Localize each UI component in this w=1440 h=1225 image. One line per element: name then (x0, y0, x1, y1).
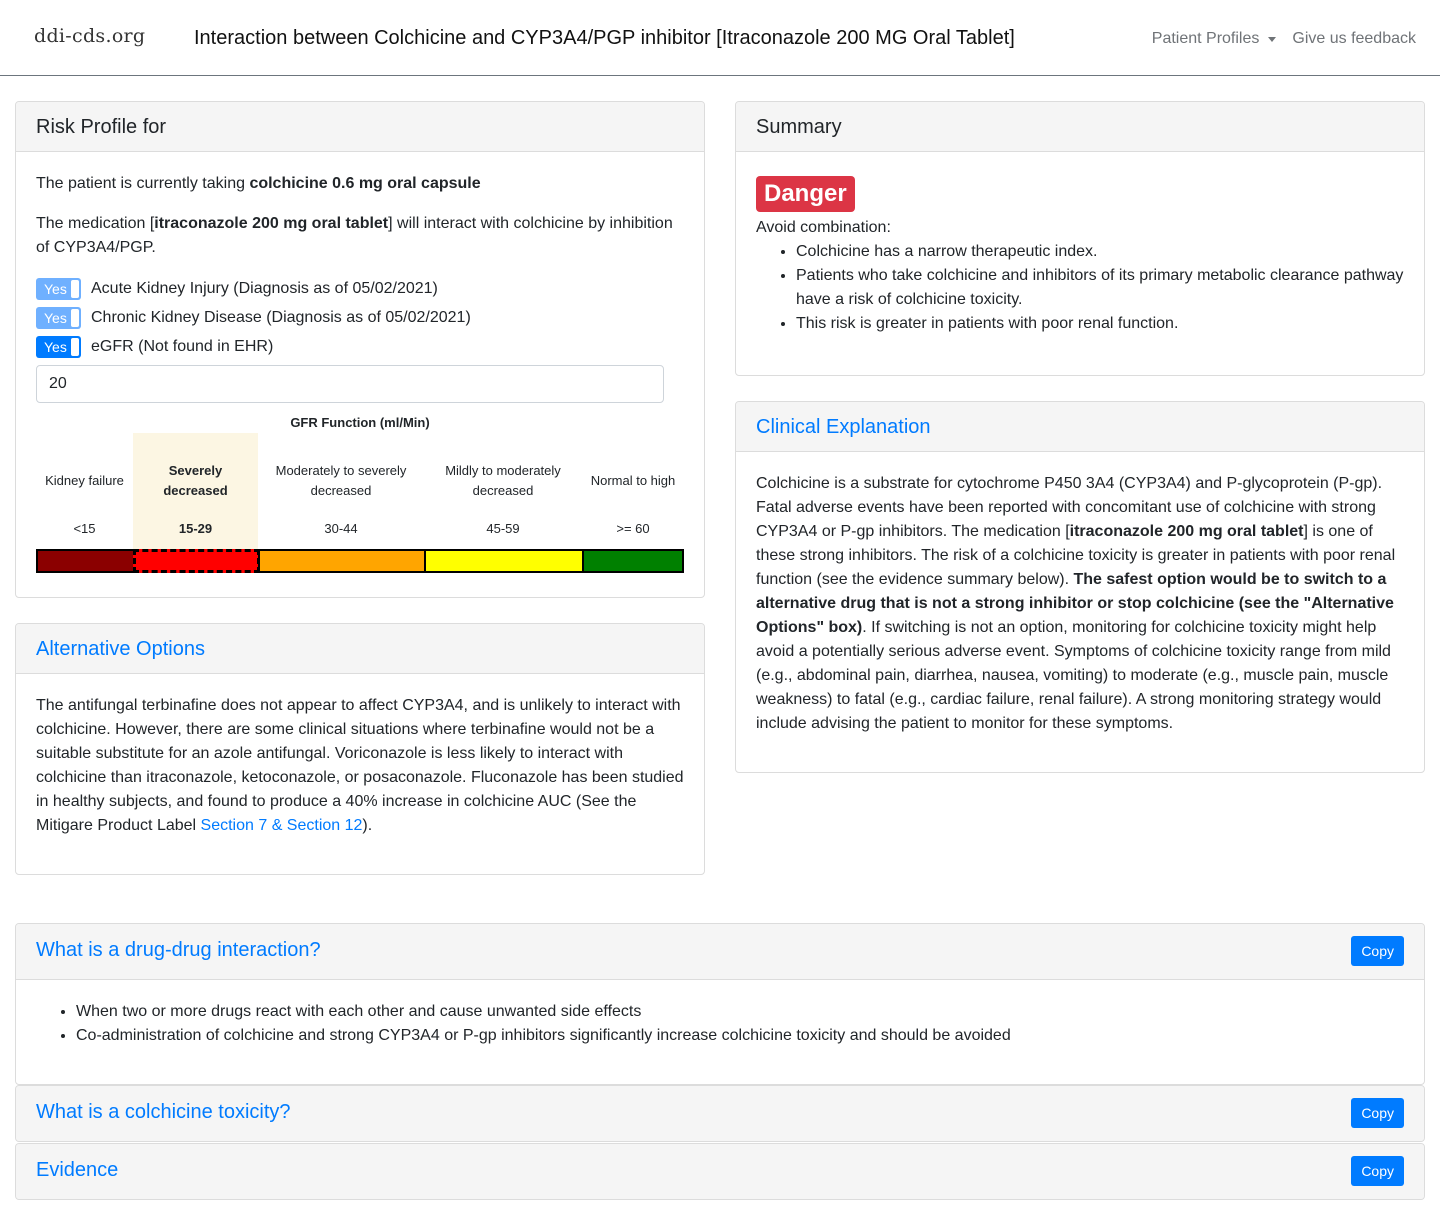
clinical-explanation-text: Colchicine is a substrate for cytochrome… (756, 475, 1396, 732)
summary-bullet: Patients who take colchicine and inhibit… (796, 264, 1404, 312)
ddi-bullet: Co-administration of colchicine and stro… (76, 1024, 1404, 1048)
gfr-bar-segment (36, 549, 135, 573)
interacting-medication: itraconazole 200 mg oral tablet (154, 215, 389, 232)
alternative-options-text: The antifungal terbinafine does not appe… (36, 697, 684, 834)
accordion-evidence-header[interactable]: Evidence Copy (16, 1144, 1424, 1199)
accordion-ddi: What is a drug-drug interaction? Copy Wh… (15, 923, 1425, 1085)
accordion-ddi-title[interactable]: What is a drug-drug interaction? (36, 939, 321, 961)
feedback-link[interactable]: Give us feedback (1292, 27, 1416, 51)
gfr-category: Mildly to moderately decreased 45-59 (424, 433, 582, 549)
navbar: ddi-cds.org Interaction between Colchici… (0, 0, 1440, 76)
gfr-category-range: >= 60 (616, 521, 650, 536)
copy-button[interactable]: Copy (1351, 936, 1404, 966)
current-medication-text: The patient is currently taking colchici… (36, 175, 481, 192)
patient-profiles-label: Patient Profiles (1151, 30, 1260, 47)
ddi-list: When two or more drugs react with each o… (36, 1000, 1404, 1048)
ckd-toggle[interactable]: Yes (36, 306, 81, 329)
copy-button[interactable]: Copy (1351, 1098, 1404, 1128)
patient-profiles-dropdown[interactable]: Patient Profiles (1152, 27, 1293, 51)
accordion-toxicity-title[interactable]: What is a colchicine toxicity? (36, 1101, 291, 1123)
gfr-category: Severely decreased 15-29 (133, 433, 258, 549)
alternative-options-header[interactable]: Alternative Options (16, 624, 704, 674)
nav-links: Patient Profiles Give us feedback (1152, 27, 1416, 51)
egfr-input[interactable] (36, 365, 664, 403)
caret-down-icon (1268, 36, 1277, 42)
gfr-bar-segment (424, 549, 584, 573)
egfr-toggle[interactable]: Yes (36, 335, 81, 358)
current-medication: colchicine 0.6 mg oral capsule (249, 175, 481, 192)
risk-profile-header: Risk Profile for (16, 102, 704, 152)
danger-badge: Danger (756, 176, 855, 212)
summary-list: Colchicine has a narrow therapeutic inde… (756, 240, 1404, 336)
accordion-ddi-header[interactable]: What is a drug-drug interaction? Copy (16, 924, 1424, 980)
gfr-category-label: Mildly to moderately decreased (445, 463, 561, 498)
gfr-bar-segment (258, 549, 426, 573)
gfr-bar-segment (582, 549, 684, 573)
mitigare-label-link[interactable]: Section 7 & Section 12 (201, 817, 363, 834)
gfr-category: Kidney failure <15 (36, 433, 133, 549)
accordion-evidence: Evidence Copy (15, 1143, 1425, 1200)
gfr-category-range: 15-29 (178, 521, 213, 536)
summary-header: Summary (736, 102, 1424, 152)
aki-toggle[interactable]: Yes (36, 277, 81, 300)
clinical-explanation-card: Clinical Explanation Colchicine is a sub… (735, 401, 1425, 773)
ckd-label: Chronic Kidney Disease (Diagnosis as of … (91, 308, 471, 326)
accordion-toxicity: What is a colchicine toxicity? Copy (15, 1085, 1425, 1142)
gfr-category: Moderately to severely decreased 30-44 (258, 433, 424, 549)
gfr-category-label: Normal to high (590, 473, 676, 488)
summary-lead: Avoid combination: (756, 219, 891, 236)
summary-card: Summary Danger Avoid combination: Colchi… (735, 101, 1425, 376)
gfr-category: Normal to high >= 60 (582, 433, 684, 549)
page-title: Interaction between Colchicine and CYP3A… (194, 27, 1015, 49)
risk-profile-card: Risk Profile for The patient is currentl… (15, 101, 705, 598)
summary-bullet: This risk is greater in patients with po… (796, 312, 1404, 336)
ddi-bullet: When two or more drugs react with each o… (76, 1000, 1404, 1024)
interaction-text: The medication [itraconazole 200 mg oral… (36, 215, 673, 256)
gfr-category-range: 30-44 (324, 521, 358, 536)
brand-link[interactable]: ddi-cds.org (34, 24, 145, 48)
clinical-explanation-header[interactable]: Clinical Explanation (736, 402, 1424, 452)
gfr-scale: Kidney failure <15 Severely decreased 15-29… (36, 433, 684, 573)
gfr-category-label: Severely decreased (163, 463, 228, 498)
accordion-toxicity-header[interactable]: What is a colchicine toxicity? Copy (16, 1086, 1424, 1141)
alternative-options-card: Alternative Options The antifungal terbi… (15, 623, 705, 875)
gfr-bar-segment (133, 549, 260, 573)
egfr-row: Yes eGFR (Not found in EHR) (36, 332, 704, 361)
gfr-category-label: Kidney failure (45, 473, 124, 488)
gfr-category-label: Moderately to severely decreased (275, 463, 407, 498)
copy-button[interactable]: Copy (1351, 1156, 1404, 1186)
gfr-title: GFR Function (ml/Min) (290, 415, 430, 430)
gfr-category-range: 45-59 (486, 521, 520, 536)
summary-bullet: Colchicine has a narrow therapeutic inde… (796, 240, 1404, 264)
ckd-row: Yes Chronic Kidney Disease (Diagnosis as… (36, 303, 704, 332)
aki-row: Yes Acute Kidney Injury (Diagnosis as of… (36, 274, 704, 303)
gfr-category-range: <15 (73, 521, 96, 536)
aki-label: Acute Kidney Injury (Diagnosis as of 05/… (91, 279, 438, 297)
egfr-label: eGFR (Not found in EHR) (91, 337, 274, 355)
accordion-evidence-title[interactable]: Evidence (36, 1159, 118, 1181)
